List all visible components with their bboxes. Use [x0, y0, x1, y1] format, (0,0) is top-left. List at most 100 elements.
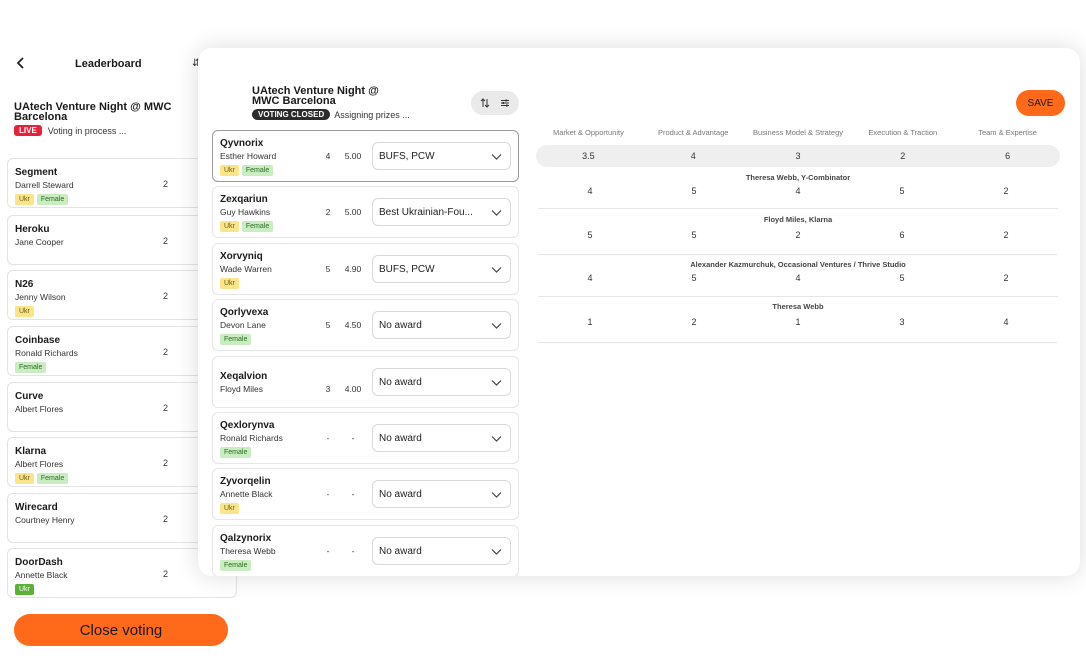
female-tag: Female: [241, 221, 274, 232]
vote-count: 2: [163, 179, 169, 189]
tag-list: Female: [220, 334, 252, 345]
startup-name: Coinbase: [15, 335, 61, 346]
award-select[interactable]: BUFS, PCW: [372, 255, 511, 283]
judge-name: Courtney Henry: [15, 515, 75, 525]
judge-scores-block: Theresa Webb 1 2 1 3 4: [538, 297, 1058, 343]
judge-name: Ronald Richards: [220, 433, 283, 443]
average-score: 4.00: [344, 384, 362, 394]
judge-name: Devon Lane: [220, 320, 266, 330]
startup-name: Zyvorqelin: [220, 476, 271, 487]
vote-count: 2: [163, 514, 169, 524]
startup-name: Xorvyniq: [220, 251, 263, 262]
modal-status: VOTING CLOSED Assigning prizes ...: [252, 109, 410, 120]
startup-name: Zexqariun: [220, 194, 268, 205]
save-button[interactable]: SAVE: [1016, 90, 1065, 116]
filter-button[interactable]: [500, 98, 510, 108]
judge-score-row: 4 5 4 5 2: [538, 273, 1058, 283]
score-cell: 6: [899, 230, 905, 240]
criterion-label: Business Model & Strategy: [752, 128, 844, 137]
judge-name: Albert Flores: [15, 459, 64, 469]
startup-card[interactable]: Qalzynorix Theresa Webb - - Female No award: [212, 525, 519, 576]
chevron-down-icon: [491, 492, 502, 498]
average-score: 5.00: [344, 207, 362, 217]
startup-card[interactable]: Qyvnorix Esther Howard 4 5.00 Ukr Female BUFS,…: [212, 130, 519, 182]
award-select[interactable]: No award: [372, 480, 511, 508]
award-select[interactable]: No award: [372, 311, 511, 339]
startup-name: Klarna: [15, 446, 47, 457]
score-cell: 4: [1003, 317, 1009, 327]
vote-count: -: [326, 489, 330, 499]
close-voting-button[interactable]: Close voting: [14, 614, 228, 646]
female-tag: Female: [220, 334, 252, 345]
tag-list: Ukr: [220, 278, 239, 289]
chevron-down-icon: [491, 323, 502, 329]
average-score: 5.00: [344, 151, 362, 161]
modal-status-text: Assigning prizes ...: [334, 109, 410, 120]
live-badge: LIVE: [14, 125, 42, 136]
award-value: No award: [379, 545, 422, 557]
ukr-tag: Ukr: [15, 306, 34, 317]
prize-assignment-modal: UAtech Venture Night @ MWC Barcelona VOT…: [198, 48, 1080, 576]
award-value: No award: [379, 432, 422, 444]
judge-score-row: 4 5 4 5 2: [538, 186, 1058, 196]
chevron-down-icon: [491, 436, 502, 442]
average-scores-row: 3.5 4 3 2 6: [536, 145, 1060, 167]
leaderboard-title: Leaderboard: [75, 58, 142, 70]
tag-list: Ukr Female: [15, 473, 69, 484]
award-select[interactable]: BUFS, PCW: [372, 142, 511, 170]
award-select[interactable]: No award: [372, 424, 511, 452]
female-tag: Female: [220, 560, 252, 571]
back-button[interactable]: [8, 50, 34, 76]
startup-name: Heroku: [15, 224, 50, 235]
startup-name: N26: [15, 279, 34, 290]
startup-card[interactable]: Zexqariun Guy Hawkins 2 5.00 Ukr Female Best U…: [212, 186, 519, 238]
award-value: No award: [379, 319, 422, 331]
female-tag: Female: [36, 194, 69, 205]
score-cell: 4: [587, 186, 593, 196]
judge-scores-block: Theresa Webb, Y-Combinator 4 5 4 5 2: [538, 167, 1058, 209]
ukr-tag: Ukr: [220, 165, 239, 176]
ukr-tag: Ukr: [220, 503, 239, 514]
award-select[interactable]: No award: [372, 368, 511, 396]
ukr-tag: Ukr: [220, 221, 239, 232]
judge-name: Floyd Miles, Klarna: [763, 215, 833, 224]
judge-name: Theresa Webb: [772, 302, 824, 311]
tag-list: Ukr: [15, 306, 34, 317]
startup-card[interactable]: Qorlyvexa Devon Lane 5 4.50 Female No award: [212, 299, 519, 351]
chevron-down-icon: [491, 267, 502, 273]
award-select[interactable]: No award: [372, 537, 511, 565]
award-select[interactable]: Best Ukrainian-Fou...: [372, 198, 511, 226]
filter-sliders-icon: [500, 99, 509, 107]
vote-count: 3: [325, 384, 331, 394]
tag-list: Female: [220, 447, 252, 458]
judge-name: Wade Warren: [220, 264, 272, 274]
tag-list: Female: [15, 362, 47, 373]
sort-button[interactable]: [480, 98, 490, 108]
female-tag: Female: [220, 447, 252, 458]
criterion-label: Market & Opportunity: [552, 128, 624, 137]
score-cell: 5: [899, 186, 905, 196]
startup-card[interactable]: Zyvorqelin Annette Black - - Ukr No award: [212, 468, 519, 520]
score-cell: 5: [691, 273, 697, 283]
score-cell: 2: [1003, 230, 1009, 240]
voting-status: LIVE Voting in process ...: [14, 125, 126, 136]
vote-count: 4: [325, 151, 331, 161]
startup-card[interactable]: Xeqalvion Floyd Miles 3 4.00 No award: [212, 356, 519, 408]
score-cell: 2: [1003, 273, 1009, 283]
tag-list: Ukr: [15, 584, 34, 595]
startup-card[interactable]: Xorvyniq Wade Warren 5 4.90 Ukr BUFS, PCW: [212, 243, 519, 295]
score-cell: 2: [795, 230, 801, 240]
average-score: 6: [1005, 151, 1011, 161]
startup-name: Wirecard: [15, 502, 58, 513]
tag-list: Ukr Female: [15, 194, 69, 205]
female-tag: Female: [241, 165, 274, 176]
award-value: Best Ukrainian-Fou...: [379, 206, 473, 218]
award-value: No award: [379, 488, 422, 500]
judge-name: Theresa Webb, Y-Combinator: [745, 173, 851, 182]
list-tools: [471, 91, 519, 115]
average-score: 3.5: [582, 151, 595, 161]
judge-name: Albert Flores: [15, 404, 64, 414]
score-cell: 2: [1003, 186, 1009, 196]
vote-count: 5: [325, 264, 331, 274]
startup-card[interactable]: Qexlorynva Ronald Richards - - Female No awar…: [212, 412, 519, 464]
